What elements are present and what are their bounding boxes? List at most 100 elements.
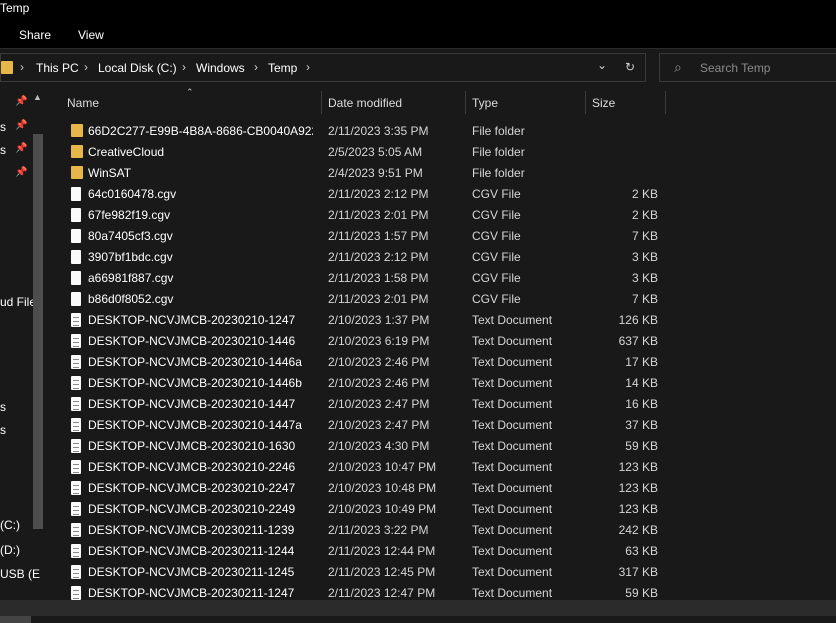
file-row[interactable]: DESKTOP-NCVJMCB-20230211-1239 2/11/2023 3… <box>55 520 836 541</box>
file-row[interactable]: DESKTOP-NCVJMCB-20230210-1446 2/10/2023 6… <box>55 331 836 352</box>
file-row[interactable]: 64c0160478.cgv 2/11/2023 2:12 PM CGV File 2… <box>55 184 836 205</box>
file-date-modified: 2/11/2023 1:57 PM <box>328 229 429 243</box>
file-size: 637 KB <box>618 334 658 348</box>
column-divider[interactable] <box>665 91 666 114</box>
file-icon <box>71 208 81 222</box>
file-type: CGV File <box>472 292 521 306</box>
file-date-modified: 2/10/2023 10:47 PM <box>328 460 437 474</box>
column-header-date[interactable]: Date modified <box>328 96 402 110</box>
file-row[interactable]: 80a7405cf3.cgv 2/11/2023 1:57 PM CGV File 7… <box>55 226 836 247</box>
file-type: Text Document <box>472 397 553 411</box>
text-document-icon <box>71 523 81 537</box>
file-type: Text Document <box>472 565 553 579</box>
file-row[interactable]: DESKTOP-NCVJMCB-20230211-1245 2/11/2023 1… <box>55 562 836 583</box>
chevron-right-icon[interactable]: › <box>306 60 310 74</box>
file-type: File folder <box>472 145 525 159</box>
breadcrumb-local-disk[interactable]: Local Disk (C:) <box>98 61 177 75</box>
refresh-icon[interactable]: ↻ <box>625 60 635 74</box>
nav-scroll-thumb[interactable] <box>33 134 43 529</box>
text-document-icon <box>71 586 81 600</box>
file-name: DESKTOP-NCVJMCB-20230210-2249 <box>88 502 296 516</box>
chevron-right-icon[interactable]: › <box>254 60 258 74</box>
file-date-modified: 2/11/2023 2:01 PM <box>328 208 429 222</box>
column-headers: ⌃ Name Date modified Type Size <box>55 88 836 116</box>
scroll-up-icon[interactable]: ▲ <box>33 92 42 102</box>
file-name: DESKTOP-NCVJMCB-20230210-1630 <box>88 439 296 453</box>
nav-scrollbar[interactable]: ▲ <box>31 90 45 600</box>
chevron-right-icon[interactable]: › <box>182 60 186 74</box>
file-size: 63 KB <box>625 544 658 558</box>
column-header-size[interactable]: Size <box>592 96 615 110</box>
file-type: File folder <box>472 124 525 138</box>
column-divider[interactable] <box>585 91 586 114</box>
file-type: CGV File <box>472 229 521 243</box>
sort-ascending-icon: ⌃ <box>186 88 194 97</box>
text-document-icon <box>71 481 81 495</box>
file-row[interactable]: DESKTOP-NCVJMCB-20230210-1446b 2/10/2023 … <box>55 373 836 394</box>
file-row[interactable]: DESKTOP-NCVJMCB-20230210-2247 2/10/2023 1… <box>55 478 836 499</box>
file-row[interactable]: DESKTOP-NCVJMCB-20230210-2246 2/10/2023 1… <box>55 457 836 478</box>
pin-icon[interactable]: 📌 <box>15 143 27 154</box>
file-row[interactable]: 3907bf1bdc.cgv 2/11/2023 2:12 PM CGV File 3… <box>55 247 836 268</box>
file-row[interactable]: WinSAT 2/4/2023 9:51 PM File folder <box>55 163 836 184</box>
file-date-modified: 2/11/2023 2:12 PM <box>328 250 429 264</box>
file-date-modified: 2/10/2023 10:49 PM <box>328 502 437 516</box>
file-type: Text Document <box>472 460 553 474</box>
file-size: 3 KB <box>631 271 658 285</box>
file-row[interactable]: DESKTOP-NCVJMCB-20230210-1447a 2/10/2023 … <box>55 415 836 436</box>
breadcrumb-temp[interactable]: Temp <box>268 61 297 75</box>
file-type: Text Document <box>472 502 553 516</box>
file-size: 14 KB <box>625 376 658 390</box>
file-date-modified: 2/10/2023 2:47 PM <box>328 418 430 432</box>
pin-icon[interactable]: 📌 <box>15 120 27 131</box>
file-icon <box>71 271 81 285</box>
file-type: Text Document <box>472 523 553 537</box>
file-row[interactable]: DESKTOP-NCVJMCB-20230211-1247 2/11/2023 1… <box>55 583 836 600</box>
file-row[interactable]: DESKTOP-NCVJMCB-20230210-1446a 2/10/2023 … <box>55 352 836 373</box>
column-divider[interactable] <box>465 91 466 114</box>
nav-item-d-drive[interactable]: (D:) <box>0 543 20 557</box>
file-type: CGV File <box>472 208 521 222</box>
search-input[interactable]: ⌕ Search Temp <box>659 53 836 82</box>
search-placeholder: Search Temp <box>700 61 771 75</box>
file-type: Text Document <box>472 334 553 348</box>
file-row[interactable]: DESKTOP-NCVJMCB-20230210-1447 2/10/2023 2… <box>55 394 836 415</box>
pin-icon[interactable]: 📌 <box>15 96 27 107</box>
file-row[interactable]: 66D2C277-E99B-4B8A-8686-CB0040A922... 2/1… <box>55 121 836 142</box>
nav-item[interactable]: s <box>0 143 6 157</box>
chevron-down-icon[interactable]: ⌄ <box>597 58 607 72</box>
column-divider[interactable] <box>321 91 322 114</box>
file-row[interactable]: DESKTOP-NCVJMCB-20230210-2249 2/10/2023 1… <box>55 499 836 520</box>
file-row[interactable]: b86d0f8052.cgv 2/11/2023 2:01 PM CGV File 7… <box>55 289 836 310</box>
file-type: CGV File <box>472 271 521 285</box>
file-size: 123 KB <box>618 481 658 495</box>
tab-share[interactable]: Share <box>19 28 51 42</box>
breadcrumb-windows[interactable]: Windows <box>196 61 245 75</box>
pin-icon[interactable]: 📌 <box>15 167 27 178</box>
file-size: 16 KB <box>625 397 658 411</box>
file-row[interactable]: DESKTOP-NCVJMCB-20230210-1247 2/10/2023 1… <box>55 310 836 331</box>
text-document-icon <box>71 418 81 432</box>
file-name: DESKTOP-NCVJMCB-20230210-1247 <box>88 313 296 327</box>
file-size: 123 KB <box>618 502 658 516</box>
file-type: Text Document <box>472 376 553 390</box>
chevron-right-icon[interactable]: › <box>84 60 88 74</box>
column-header-name[interactable]: Name <box>67 96 99 110</box>
file-row[interactable]: 67fe982f19.cgv 2/11/2023 2:01 PM CGV File 2… <box>55 205 836 226</box>
file-row[interactable]: DESKTOP-NCVJMCB-20230211-1244 2/11/2023 1… <box>55 541 836 562</box>
file-row[interactable]: DESKTOP-NCVJMCB-20230210-1630 2/10/2023 4… <box>55 436 836 457</box>
breadcrumb-this-pc[interactable]: This PC <box>36 61 79 75</box>
file-icon <box>71 250 81 264</box>
nav-item[interactable]: s <box>0 423 6 437</box>
file-row[interactable]: CreativeCloud 2/5/2023 5:05 AM File folder <box>55 142 836 163</box>
column-header-type[interactable]: Type <box>472 96 498 110</box>
nav-item-c-drive[interactable]: (C:) <box>0 518 20 532</box>
nav-item[interactable]: s <box>0 120 6 134</box>
address-bar[interactable]: › This PC › Local Disk (C:) › Windows › … <box>0 53 646 82</box>
tab-view[interactable]: View <box>78 28 104 42</box>
chevron-right-icon[interactable]: › <box>20 60 24 74</box>
file-name: 66D2C277-E99B-4B8A-8686-CB0040A922... <box>88 124 313 138</box>
file-size: 123 KB <box>618 460 658 474</box>
file-row[interactable]: a66981f887.cgv 2/11/2023 1:58 PM CGV File 3… <box>55 268 836 289</box>
nav-item[interactable]: s <box>0 400 6 414</box>
